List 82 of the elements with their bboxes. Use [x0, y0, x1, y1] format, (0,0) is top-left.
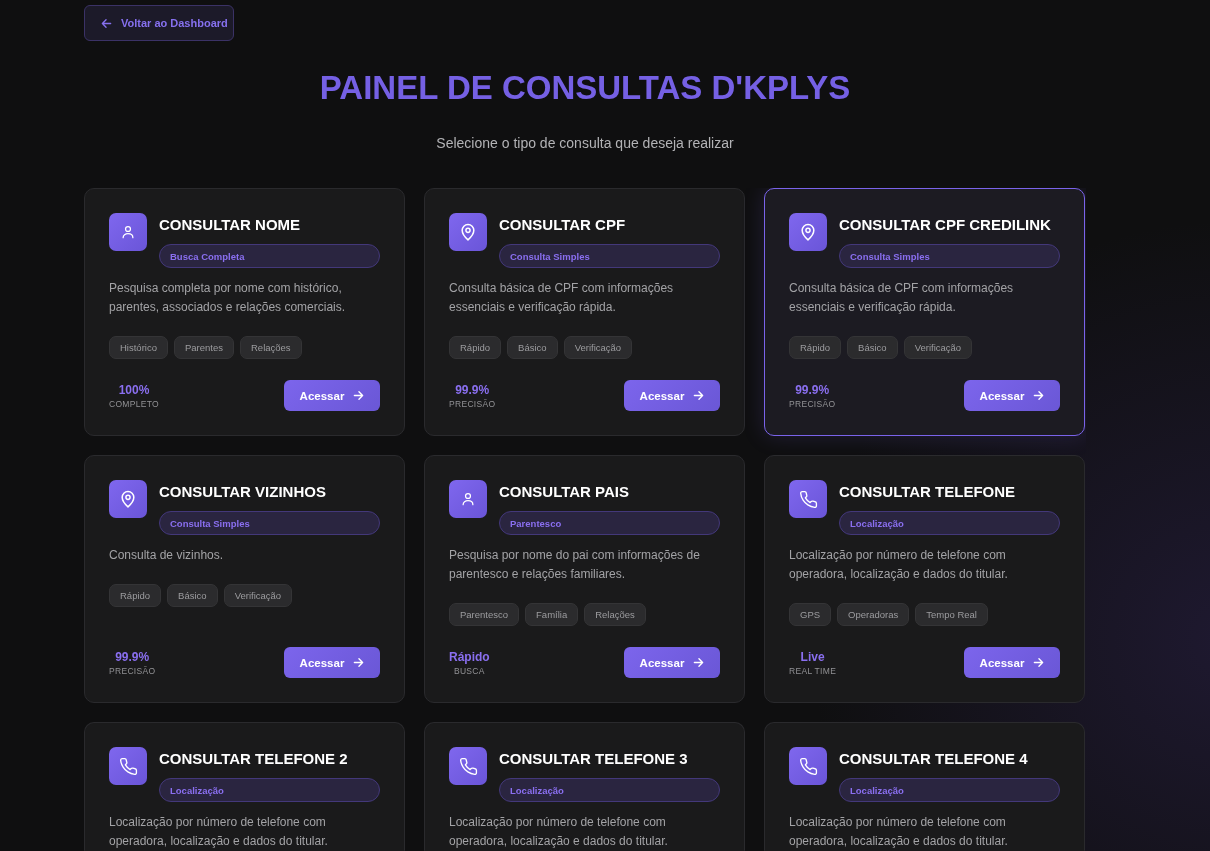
category-badge: Localização [839, 778, 1060, 802]
card-description: Localização por número de telefone com operadora, localização e dados do titular. [789, 547, 1009, 583]
category-badge: Busca Completa [159, 244, 380, 268]
stat-label: PRECISÃO [789, 397, 836, 410]
feature-tag: Histórico [109, 336, 168, 359]
map-pin-icon [109, 480, 147, 518]
phone-icon [449, 747, 487, 785]
card-title: CONSULTAR PAIS [499, 482, 630, 502]
arrow-right-icon [693, 390, 705, 401]
access-button[interactable]: Acessar [964, 647, 1060, 678]
access-button[interactable]: Acessar [624, 647, 720, 678]
map-pin-icon [789, 213, 827, 251]
card-title: CONSULTAR NOME [159, 215, 302, 235]
stat-label: COMPLETO [109, 397, 159, 410]
card-title: CONSULTAR TELEFONE [839, 482, 1017, 502]
stat-label: PRECISÃO [449, 397, 496, 410]
card-title: CONSULTAR CPF [499, 215, 627, 235]
card-title: CONSULTAR CPF CREDILINK [839, 215, 1052, 235]
access-button[interactable]: Acessar [624, 380, 720, 411]
category-badge: Parentesco [499, 511, 720, 535]
feature-tag: Verificação [223, 584, 293, 607]
feature-tag: Verificação [563, 336, 633, 359]
stat-value: 99.9% [115, 648, 150, 665]
feature-tag: Rápido [109, 584, 162, 607]
person-icon [109, 213, 147, 251]
arrow-right-icon [1033, 657, 1045, 668]
category-badge: Localização [159, 778, 380, 802]
stat-value: Live [800, 648, 825, 665]
feature-tag: Operadoras [837, 603, 910, 626]
card-description: Pesquisa completa por nome com histórico, parentes, associados e relações comerciais. [109, 280, 347, 316]
stat-value: Rápido [449, 648, 490, 665]
feature-tag: Família [525, 603, 579, 626]
back-to-dashboard-button[interactable]: Voltar ao Dashboard [84, 5, 234, 41]
arrow-left-icon [101, 17, 112, 29]
page-title: PAINEL DE CONSULTAS D'KPLYS [319, 68, 851, 108]
feature-tag: Tempo Real [915, 603, 988, 626]
feature-tag: Parentesco [449, 603, 520, 626]
category-badge: Localização [499, 778, 720, 802]
stat-value: 99.9% [795, 381, 830, 398]
stat-label: REAL TIME [789, 664, 837, 677]
card-title: CONSULTAR VIZINHOS [159, 482, 327, 502]
map-pin-icon [449, 213, 487, 251]
feature-tag: Rápido [789, 336, 842, 359]
stat-value: 100% [118, 381, 150, 398]
feature-tag: Parentes [173, 336, 234, 359]
feature-tag: Relações [240, 336, 302, 359]
card-description: Consulta básica de CPF com informações essenciais e verificação rápida. [449, 280, 675, 316]
arrow-right-icon [353, 390, 365, 401]
access-button[interactable]: Acessar [964, 380, 1060, 411]
stat-value: 99.9% [455, 381, 490, 398]
card-description: Localização por número de telefone com operadora, localização e dados do titular. [109, 814, 329, 850]
feature-tag: Básico [167, 584, 218, 607]
access-button[interactable]: Acessar [284, 380, 380, 411]
card-description: Localização por número de telefone com operadora, localização e dados do titular. [449, 814, 669, 850]
card-title: CONSULTAR TELEFONE 3 [499, 749, 689, 769]
category-badge: Consulta Simples [159, 511, 380, 535]
card-description: Consulta de vizinhos. [109, 547, 225, 564]
access-button[interactable]: Acessar [284, 647, 380, 678]
card-title: CONSULTAR TELEFONE 2 [159, 749, 349, 769]
card-description: Pesquisa por nome do pai com informações de parentesco e relações familiares. [449, 547, 701, 583]
feature-tag: GPS [789, 603, 832, 626]
arrow-right-icon [1033, 390, 1045, 401]
phone-icon [109, 747, 147, 785]
person-icon [449, 480, 487, 518]
category-badge: Localização [839, 511, 1060, 535]
phone-icon [789, 747, 827, 785]
arrow-right-icon [693, 657, 705, 668]
feature-tag: Relações [584, 603, 646, 626]
stat-label: PRECISÃO [109, 664, 156, 677]
feature-tag: Básico [847, 336, 898, 359]
card-description: Localização por número de telefone com operadora, localização e dados do titular. [789, 814, 1009, 850]
feature-tag: Rápido [449, 336, 502, 359]
card-title: CONSULTAR TELEFONE 4 [839, 749, 1029, 769]
arrow-right-icon [353, 657, 365, 668]
feature-tag: Básico [507, 336, 558, 359]
stat-label: BUSCA [453, 664, 485, 677]
page-subtitle: Selecione o tipo de consulta que deseja realizar [436, 134, 734, 153]
phone-icon [789, 480, 827, 518]
card-description: Consulta básica de CPF com informações essenciais e verificação rápida. [789, 280, 1015, 316]
category-badge: Consulta Simples [499, 244, 720, 268]
category-badge: Consulta Simples [839, 244, 1060, 268]
feature-tag: Verificação [903, 336, 973, 359]
